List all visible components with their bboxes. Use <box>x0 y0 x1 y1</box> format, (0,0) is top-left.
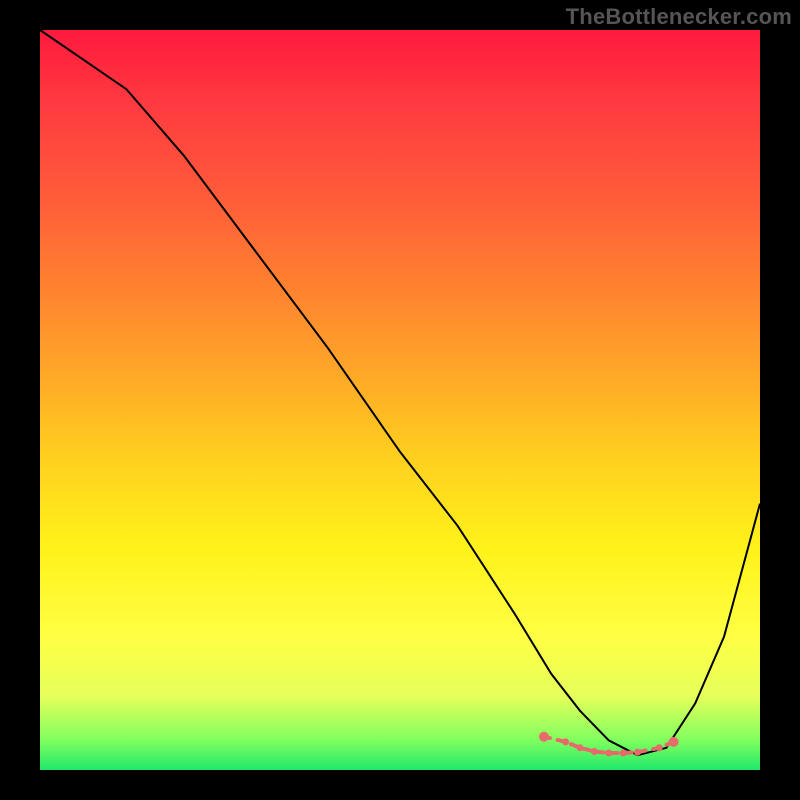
plot-area <box>40 30 760 770</box>
marker-dot <box>669 737 679 747</box>
marker-dot <box>634 749 641 756</box>
chart-container: TheBottlenecker.com <box>0 0 800 800</box>
marker-dot <box>539 732 549 742</box>
optimal-range-markers <box>539 732 679 757</box>
watermark-label: TheBottlenecker.com <box>566 4 792 30</box>
marker-dot <box>591 748 598 755</box>
bottleneck-curve <box>40 30 760 755</box>
plot-overlay <box>40 30 760 770</box>
marker-dot <box>605 750 612 757</box>
marker-dot <box>620 750 627 757</box>
marker-dot <box>562 738 569 745</box>
marker-dot <box>577 744 584 751</box>
marker-dot <box>656 744 663 751</box>
